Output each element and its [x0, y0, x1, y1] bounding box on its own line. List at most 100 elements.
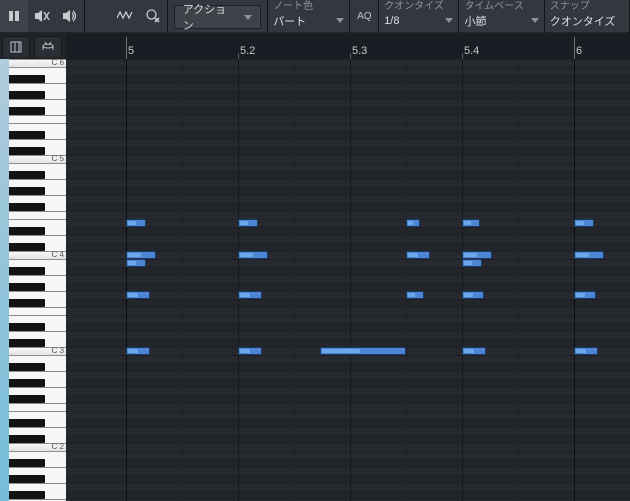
white-key[interactable]: C 2 [9, 443, 66, 451]
midi-note[interactable] [574, 251, 604, 259]
black-key[interactable] [9, 491, 45, 499]
black-key[interactable] [9, 435, 45, 443]
solo-editor-toggle[interactable] [0, 0, 28, 32]
black-key[interactable] [9, 203, 45, 211]
midi-note[interactable] [406, 219, 420, 227]
white-key[interactable] [9, 259, 66, 267]
note-color-selector[interactable]: ノート色 パート [268, 0, 350, 33]
white-key[interactable] [9, 411, 66, 419]
white-key[interactable] [9, 211, 66, 219]
white-key[interactable] [9, 179, 66, 187]
chevron-down-icon [336, 18, 344, 23]
midi-note[interactable] [462, 251, 492, 259]
black-key[interactable] [9, 187, 45, 195]
midi-note[interactable] [320, 347, 406, 355]
black-key[interactable] [9, 339, 45, 347]
midi-note[interactable] [574, 219, 594, 227]
black-key[interactable] [9, 107, 45, 115]
black-key[interactable] [9, 379, 45, 387]
white-key[interactable] [9, 163, 66, 171]
black-key[interactable] [9, 419, 45, 427]
time-ruler[interactable]: 55.25.35.46 [66, 33, 630, 60]
midi-input-icon[interactable] [111, 0, 139, 32]
midi-note[interactable] [238, 251, 268, 259]
black-key[interactable] [9, 475, 45, 483]
piano-keyboard[interactable]: C 6 C 5 C 4 C 3 C 2 [9, 59, 66, 501]
white-key[interactable] [9, 139, 66, 147]
black-key[interactable] [9, 323, 45, 331]
white-key[interactable] [9, 331, 66, 339]
midi-note[interactable] [406, 251, 430, 259]
speaker-icon[interactable] [56, 0, 84, 32]
quantize-selector[interactable]: クオンタイズ 1/8 [379, 0, 459, 33]
white-key[interactable] [9, 99, 66, 107]
action-menu[interactable]: アクション [174, 5, 261, 29]
midi-note[interactable] [574, 347, 598, 355]
white-key[interactable] [9, 123, 66, 131]
black-key[interactable] [9, 459, 45, 467]
white-key[interactable] [9, 403, 66, 411]
auto-quantize-magnifier-icon[interactable] [139, 0, 167, 32]
black-key[interactable] [9, 131, 45, 139]
white-key[interactable] [9, 307, 66, 315]
midi-note[interactable] [462, 291, 484, 299]
white-key[interactable] [9, 195, 66, 203]
white-key[interactable] [9, 371, 66, 379]
grid-row [66, 283, 630, 291]
black-key[interactable] [9, 283, 45, 291]
midi-note[interactable] [462, 259, 482, 267]
black-key[interactable] [9, 227, 45, 235]
timebase-selector[interactable]: タイムベース 小節 [459, 0, 544, 33]
black-key[interactable] [9, 395, 45, 403]
grid-vline [294, 59, 295, 501]
midi-note[interactable] [126, 347, 150, 355]
white-key[interactable] [9, 219, 66, 227]
black-key[interactable] [9, 171, 45, 179]
black-key[interactable] [9, 267, 45, 275]
white-key[interactable]: C 6 [9, 59, 66, 67]
grid-row [66, 363, 630, 371]
midi-note[interactable] [462, 219, 480, 227]
midi-note[interactable] [238, 291, 262, 299]
chevron-down-icon [244, 15, 252, 20]
note-grid[interactable] [66, 59, 630, 501]
midi-note[interactable] [126, 251, 156, 259]
white-key[interactable]: C 4 [9, 251, 66, 259]
white-key[interactable]: C 5 [9, 155, 66, 163]
midi-note[interactable] [238, 219, 258, 227]
midi-note[interactable] [126, 219, 146, 227]
white-key[interactable] [9, 427, 66, 435]
tab-piano-roll[interactable] [2, 36, 30, 57]
white-key[interactable] [9, 355, 66, 363]
black-key[interactable] [9, 363, 45, 371]
white-key[interactable]: C 3 [9, 347, 66, 355]
midi-note[interactable] [462, 347, 486, 355]
midi-note[interactable] [238, 347, 262, 355]
mute-icon[interactable] [28, 0, 56, 32]
white-key[interactable] [9, 291, 66, 299]
white-key[interactable] [9, 315, 66, 323]
black-key[interactable] [9, 299, 45, 307]
white-key[interactable] [9, 67, 66, 75]
black-key[interactable] [9, 91, 45, 99]
white-key[interactable] [9, 451, 66, 459]
white-key[interactable] [9, 115, 66, 123]
midi-note[interactable] [126, 259, 146, 267]
white-key[interactable] [9, 387, 66, 395]
white-key[interactable] [9, 275, 66, 283]
aq-button[interactable]: AQ [350, 0, 379, 32]
white-key[interactable] [9, 235, 66, 243]
black-key[interactable] [9, 243, 45, 251]
black-key[interactable] [9, 75, 45, 83]
snap-selector[interactable]: スナップ クオンタイズ [545, 0, 630, 33]
midi-note[interactable] [406, 291, 424, 299]
black-key[interactable] [9, 147, 45, 155]
grid-row [66, 355, 630, 363]
white-key[interactable] [9, 467, 66, 475]
midi-note[interactable] [574, 291, 596, 299]
tab-drum-editor[interactable] [34, 36, 62, 57]
midi-note[interactable] [126, 291, 150, 299]
white-key[interactable] [9, 83, 66, 91]
grid-row [66, 259, 630, 267]
white-key[interactable] [9, 483, 66, 491]
